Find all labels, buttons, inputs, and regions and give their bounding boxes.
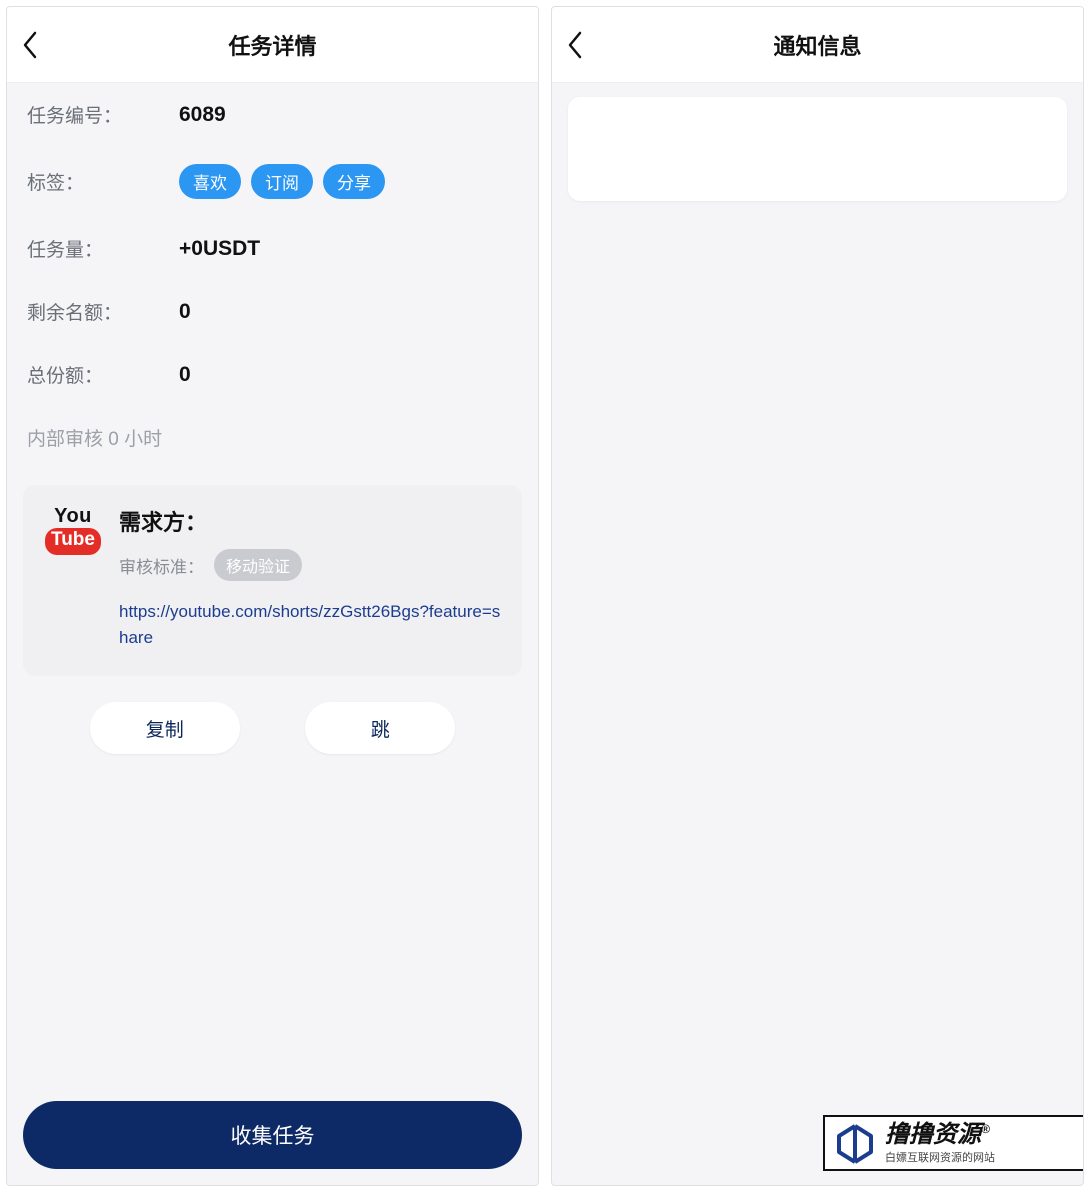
tag-like[interactable]: 喜欢 <box>179 164 241 199</box>
demand-card: You Tube 需求方： 审核标准： 移动验证 https://youtube… <box>23 485 522 676</box>
row-amount: 任务量： +0USDT <box>23 217 522 280</box>
row-total: 总份额： 0 <box>23 343 522 406</box>
task-detail-content: 任务编号： 6089 标签： 喜欢 订阅 分享 任务量： +0USDT 剩余名额… <box>7 83 538 1085</box>
back-button-left[interactable] <box>7 7 53 83</box>
review-note: 内部审核 0 小时 <box>23 406 522 485</box>
action-row: 复制 跳 <box>23 676 522 764</box>
watermark-main-text: 撸撸资源 <box>885 1121 981 1148</box>
task-detail-panel: 任务详情 任务编号： 6089 标签： 喜欢 订阅 分享 任务量： +0USDT… <box>6 6 539 1186</box>
copy-button[interactable]: 复制 <box>90 702 240 754</box>
row-task-number: 任务编号： 6089 <box>23 83 522 146</box>
watermark-sub: 白嫖互联网资源的网站 <box>885 1149 995 1165</box>
tags-label: 标签： <box>27 168 179 195</box>
tag-share[interactable]: 分享 <box>323 164 385 199</box>
watermark-text: 撸撸资源® 白嫖互联网资源的网站 <box>885 1123 995 1165</box>
chevron-left-icon <box>566 30 584 60</box>
notification-panel: 通知信息 撸撸资源® 白嫖互联网资源的网站 <box>551 6 1084 1186</box>
youtube-logo: You Tube <box>41 505 105 650</box>
demand-card-body: 需求方： 审核标准： 移动验证 https://youtube.com/shor… <box>119 505 504 650</box>
header-right: 通知信息 <box>552 7 1083 83</box>
watermark-logo-icon <box>833 1124 877 1164</box>
watermark-main: 撸撸资源® <box>885 1123 995 1147</box>
collect-task-button[interactable]: 收集任务 <box>23 1101 522 1169</box>
chevron-left-icon <box>21 30 39 60</box>
amount-value: +0USDT <box>179 237 260 261</box>
total-label: 总份额： <box>27 361 179 388</box>
tag-subscribe[interactable]: 订阅 <box>251 164 313 199</box>
demand-title: 需求方： <box>119 505 504 537</box>
remaining-value: 0 <box>179 300 191 324</box>
bottom-bar: 收集任务 <box>7 1085 538 1185</box>
youtube-you-text: You <box>41 505 105 528</box>
remaining-label: 剩余名额： <box>27 298 179 325</box>
watermark-reg: ® <box>981 1122 990 1136</box>
tags-container: 喜欢 订阅 分享 <box>179 164 385 199</box>
row-tags: 标签： 喜欢 订阅 分享 <box>23 146 522 217</box>
page-title-right: 通知信息 <box>552 29 1083 61</box>
notification-card[interactable] <box>568 97 1067 201</box>
jump-button[interactable]: 跳 <box>305 702 455 754</box>
total-value: 0 <box>179 363 191 387</box>
page-title-left: 任务详情 <box>7 29 538 61</box>
demand-meta: 审核标准： 移动验证 <box>119 549 504 581</box>
demand-link[interactable]: https://youtube.com/shorts/zzGstt26Bgs?f… <box>119 599 504 650</box>
amount-label: 任务量： <box>27 235 179 262</box>
task-number-value: 6089 <box>179 103 226 127</box>
header-left: 任务详情 <box>7 7 538 83</box>
task-number-label: 任务编号： <box>27 101 179 128</box>
review-standard-pill: 移动验证 <box>214 549 302 581</box>
watermark: 撸撸资源® 白嫖互联网资源的网站 <box>823 1115 1083 1171</box>
youtube-tube-text: Tube <box>45 528 101 555</box>
row-remaining: 剩余名额： 0 <box>23 280 522 343</box>
review-standard-label: 审核标准： <box>119 553 204 578</box>
back-button-right[interactable] <box>552 7 598 83</box>
